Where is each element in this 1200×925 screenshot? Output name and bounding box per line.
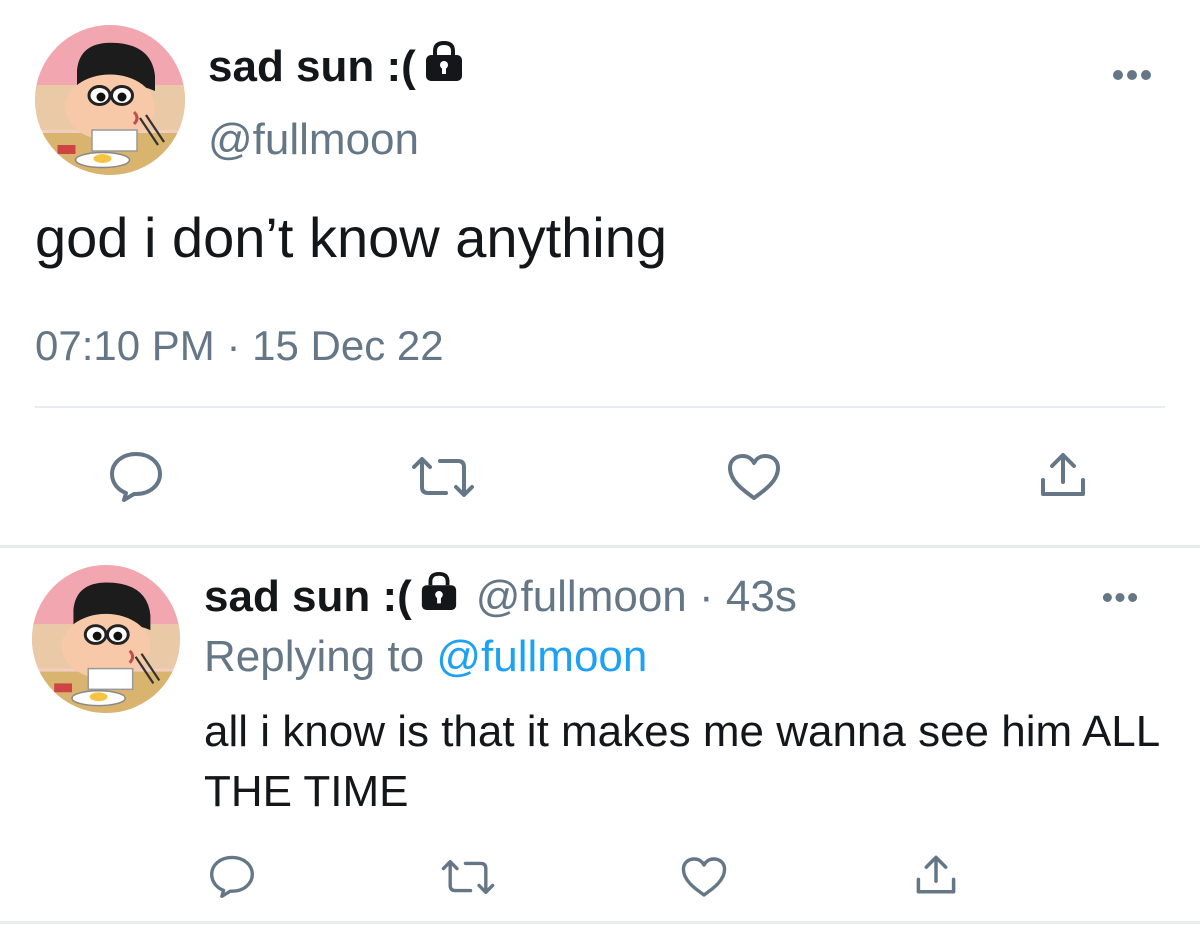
divider xyxy=(0,545,1200,548)
replying-to: Replying to @fullmoon xyxy=(204,632,647,682)
like-icon[interactable] xyxy=(726,452,782,507)
handle-and-time[interactable]: @fullmoon · 43s xyxy=(476,572,797,622)
cartoon-boy-avatar-icon xyxy=(32,565,180,713)
divider xyxy=(0,921,1200,924)
tweet-text: all i know is that it makes me wanna see… xyxy=(204,707,1159,816)
share-icon[interactable] xyxy=(914,853,958,902)
replying-to-label: Replying to xyxy=(204,632,425,681)
divider xyxy=(35,406,1165,408)
tweet-thread: sad sun :( @fullmoon god i don’t know an… xyxy=(0,0,1200,925)
retweet-icon[interactable] xyxy=(410,455,476,504)
tweet-date: 15 Dec 22 xyxy=(252,322,444,369)
avatar[interactable] xyxy=(32,565,180,713)
more-options-icon[interactable] xyxy=(1102,590,1138,608)
display-name[interactable]: sad sun :( xyxy=(204,572,412,622)
tweet-time: 07:10 PM xyxy=(35,322,215,369)
display-name[interactable]: sad sun :( xyxy=(208,40,466,93)
more-options-icon[interactable] xyxy=(1112,68,1152,86)
tweet-text: god i don’t know anything xyxy=(35,206,667,269)
lock-icon xyxy=(418,571,460,622)
reply-header: sad sun :( @fullmoon · 43s xyxy=(204,571,797,622)
lock-icon xyxy=(422,40,466,93)
tweet-timestamp[interactable]: 07:10 PM · 15 Dec 22 xyxy=(35,322,444,370)
reply-icon[interactable] xyxy=(108,450,164,507)
cartoon-boy-avatar-icon xyxy=(35,25,185,175)
display-name-text: sad sun :( xyxy=(208,41,416,91)
share-icon[interactable] xyxy=(1038,450,1088,505)
replying-to-mention[interactable]: @fullmoon xyxy=(436,632,647,681)
retweet-icon[interactable] xyxy=(440,858,496,901)
main-tweet: sad sun :( @fullmoon god i don’t know an… xyxy=(0,0,1200,545)
like-icon[interactable] xyxy=(680,855,728,904)
handle[interactable]: @fullmoon xyxy=(208,115,419,165)
avatar[interactable] xyxy=(35,25,185,175)
meta-separator: · xyxy=(226,322,241,369)
reply-icon[interactable] xyxy=(208,854,256,903)
